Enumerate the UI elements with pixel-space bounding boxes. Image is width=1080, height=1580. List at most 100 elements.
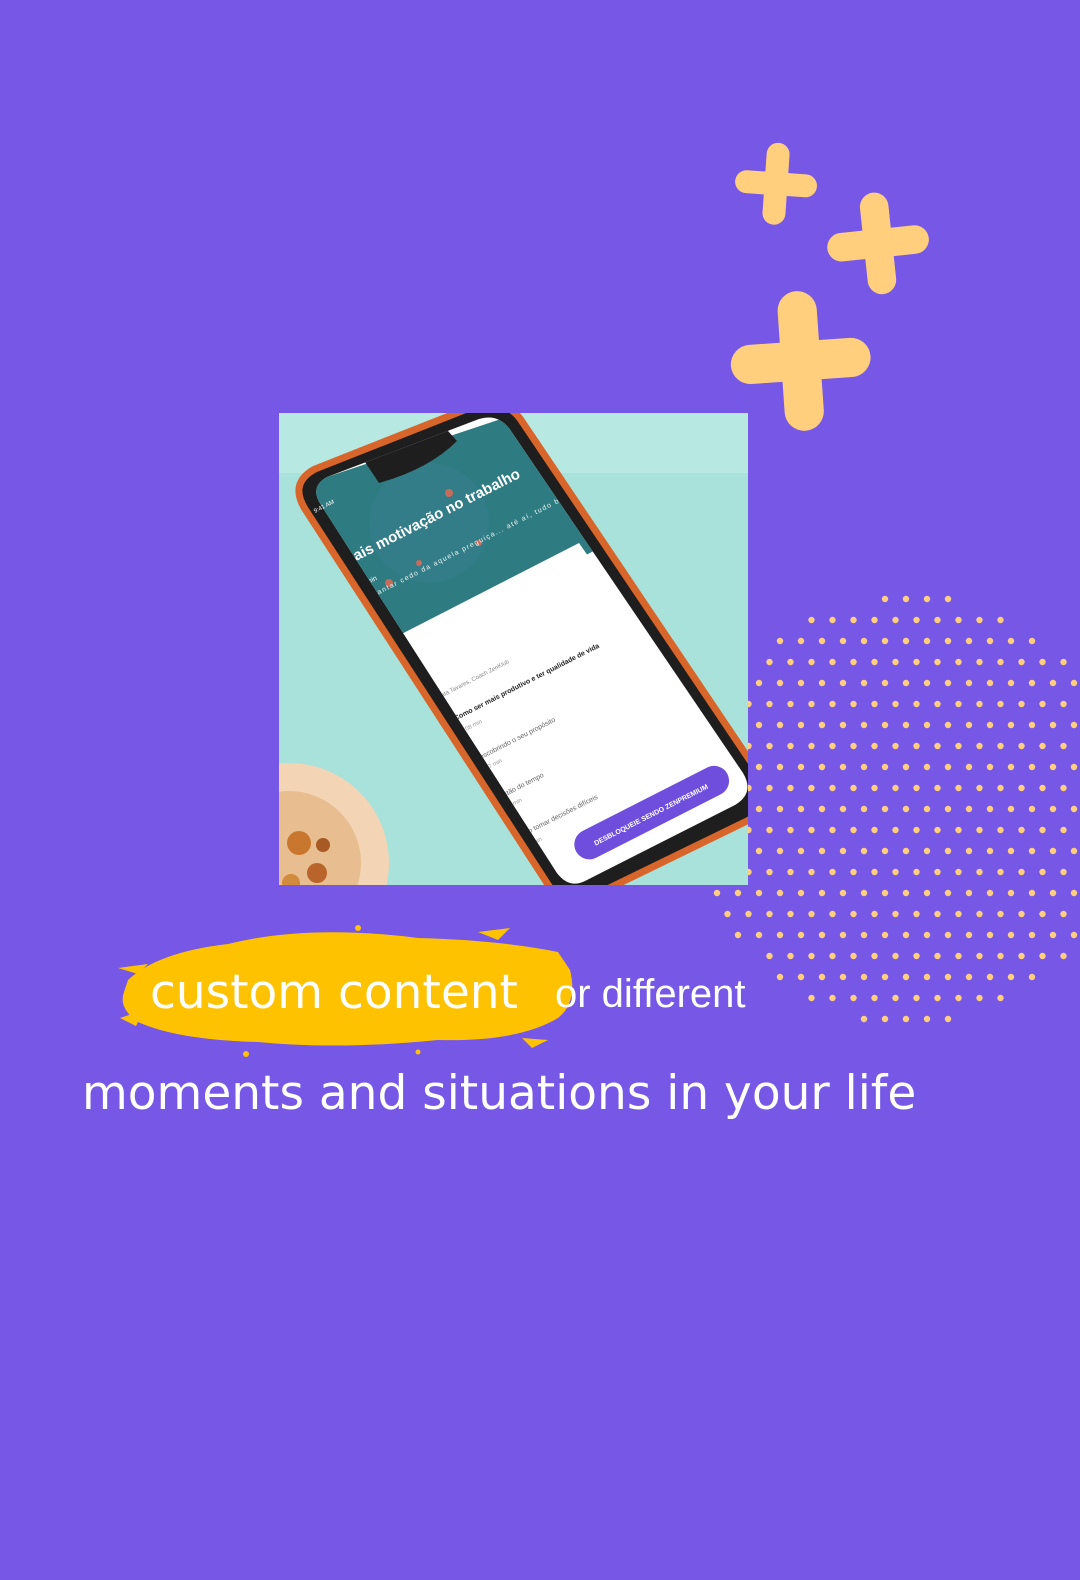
dot — [1060, 658, 1067, 666]
dot — [976, 700, 983, 708]
dot — [850, 952, 857, 960]
dot — [934, 910, 941, 918]
dot — [934, 742, 941, 750]
dot — [923, 763, 931, 771]
dot — [1018, 784, 1025, 792]
dot — [965, 889, 973, 897]
dot — [1070, 847, 1078, 855]
dot — [808, 658, 815, 666]
dot — [902, 847, 910, 855]
dot — [1049, 763, 1057, 771]
dot — [829, 784, 836, 792]
dot — [818, 721, 826, 729]
dot — [913, 868, 920, 876]
dot — [1028, 931, 1036, 939]
dot — [766, 700, 773, 708]
dot — [1028, 679, 1036, 687]
dot — [1039, 658, 1046, 666]
dot — [797, 637, 805, 645]
dot — [944, 973, 952, 981]
dot — [766, 658, 773, 666]
dot — [755, 931, 763, 939]
dot — [1049, 805, 1057, 813]
dot — [997, 994, 1004, 1002]
dot — [1007, 763, 1015, 771]
dot — [871, 952, 878, 960]
phone-illustration: Mais motivação no trabalho 33 min Levant… — [279, 413, 748, 885]
dot — [1060, 826, 1067, 834]
dot — [871, 742, 878, 750]
dot — [1028, 973, 1036, 981]
dot — [787, 742, 794, 750]
dot — [776, 889, 784, 897]
dot — [976, 826, 983, 834]
dot — [829, 658, 836, 666]
dot — [839, 847, 847, 855]
dot — [965, 931, 973, 939]
dot — [913, 658, 920, 666]
dot — [881, 805, 889, 813]
dot — [850, 784, 857, 792]
dot — [797, 721, 805, 729]
dot — [913, 952, 920, 960]
dot — [850, 910, 857, 918]
dot — [923, 889, 931, 897]
dot — [755, 763, 763, 771]
dot — [881, 889, 889, 897]
dot — [818, 679, 826, 687]
dot — [944, 889, 952, 897]
dot — [871, 868, 878, 876]
dot — [871, 616, 878, 624]
dot — [797, 679, 805, 687]
dot — [808, 826, 815, 834]
dot — [881, 679, 889, 687]
caption-highlight: custom content — [150, 965, 518, 1020]
dot — [1049, 931, 1057, 939]
dot — [944, 595, 952, 603]
dot — [829, 868, 836, 876]
dot — [1007, 847, 1015, 855]
dot — [1039, 784, 1046, 792]
dot — [1039, 700, 1046, 708]
dot — [1007, 721, 1015, 729]
dot — [1049, 679, 1057, 687]
dot — [755, 889, 763, 897]
dot — [955, 742, 962, 750]
dot — [755, 679, 763, 687]
dot — [818, 805, 826, 813]
dot — [797, 847, 805, 855]
dot — [892, 868, 899, 876]
dot — [1007, 805, 1015, 813]
dot — [797, 805, 805, 813]
dot — [818, 637, 826, 645]
dot — [902, 721, 910, 729]
dot — [850, 658, 857, 666]
dot — [787, 784, 794, 792]
dot — [818, 889, 826, 897]
dot — [1007, 679, 1015, 687]
dot — [808, 742, 815, 750]
dot — [776, 805, 784, 813]
dot — [797, 889, 805, 897]
dot — [923, 679, 931, 687]
dot — [850, 994, 857, 1002]
dot — [965, 805, 973, 813]
dot — [1039, 868, 1046, 876]
dot — [850, 616, 857, 624]
promo-canvas: Mais motivação no trabalho 33 min Levant… — [0, 0, 1080, 1580]
dot — [944, 721, 952, 729]
dot — [892, 784, 899, 792]
dot — [871, 700, 878, 708]
dot — [913, 616, 920, 624]
dot — [839, 763, 847, 771]
dot — [913, 994, 920, 1002]
dot — [902, 931, 910, 939]
dot — [944, 763, 952, 771]
dot — [1060, 784, 1067, 792]
dot — [839, 973, 847, 981]
dot — [944, 847, 952, 855]
dot — [766, 952, 773, 960]
dot — [1007, 931, 1015, 939]
dot — [871, 784, 878, 792]
dot — [745, 910, 752, 918]
